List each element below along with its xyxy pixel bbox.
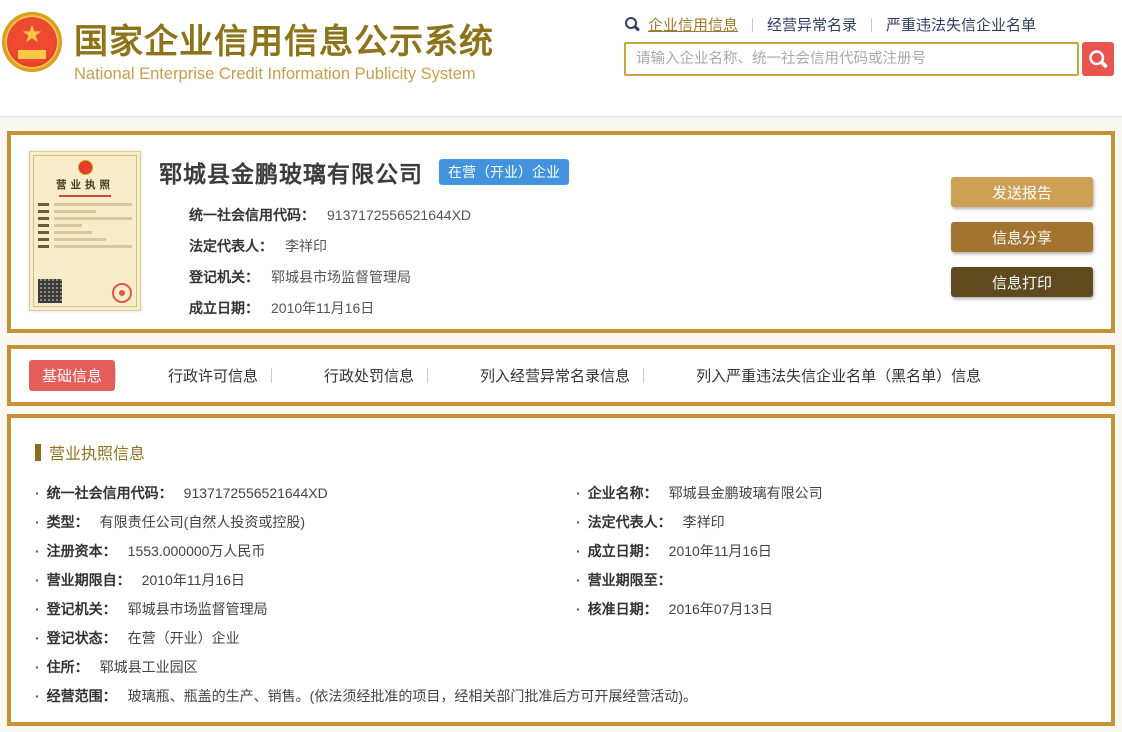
- bullet-icon: [576, 514, 581, 530]
- detail-field-list: 统一社会信用代码：9137172556521644XD 企业名称：郓城县金鹏玻璃…: [35, 478, 1087, 710]
- detail-field: 注册资本：1553.000000万人民币: [35, 536, 546, 565]
- bullet-icon: [35, 514, 40, 530]
- business-license-thumbnail: 营业执照: [29, 151, 141, 311]
- detail-field: 成立日期：2010年11月16日: [576, 536, 1087, 565]
- detail-field: 核准日期：2016年07月13日: [576, 594, 1087, 623]
- search-input[interactable]: [624, 42, 1079, 76]
- info-tab[interactable]: 行政处罚信息: [271, 360, 427, 391]
- company-name: 郓城县金鹏玻璃有限公司: [159, 161, 423, 187]
- summary-field: 登记机关： 郓城县市场监督管理局: [189, 268, 411, 285]
- detail-field: 统一社会信用代码：9137172556521644XD: [35, 478, 546, 507]
- national-emblem-logo: ★: [2, 12, 62, 72]
- summary-main: 郓城县金鹏玻璃有限公司 在营（开业）企业 统一社会信用代码： 9137172556…: [141, 151, 951, 316]
- license-bottom: [38, 279, 132, 303]
- site-header: ★ 国家企业信用信息公示系统 National Enterprise Credi…: [0, 0, 1122, 117]
- red-seal-icon: [112, 283, 132, 303]
- info-tabs-card: 基础信息 行政许可信息 行政处罚信息 列入经营异常名录信息 列入严重违法失信企业…: [7, 345, 1115, 406]
- detail-field: 住所：郓城县工业园区: [35, 652, 1087, 681]
- summary-field: 成立日期： 2010年11月16日: [189, 299, 375, 316]
- detail-field: 营业期限至：: [576, 565, 1087, 594]
- qr-code-icon: [38, 279, 62, 303]
- star-icon: ★: [21, 21, 43, 48]
- detail-field: 类型：有限责任公司(自然人投资或控股): [35, 507, 546, 536]
- search-tab[interactable]: 严重违法失信企业名单: [857, 14, 1036, 35]
- section-title-text: 营业执照信息: [49, 446, 146, 463]
- bullet-icon: [576, 485, 581, 501]
- section-title: 营业执照信息: [35, 440, 1087, 464]
- search-tab[interactable]: 经营异常名录: [738, 14, 857, 35]
- action-button[interactable]: 信息打印: [951, 267, 1093, 297]
- detail-field: 登记机关：郓城县市场监督管理局: [35, 594, 546, 623]
- bullet-icon: [35, 572, 40, 588]
- detail-field: 营业期限自：2010年11月16日: [35, 565, 546, 594]
- search-box: [624, 42, 1114, 76]
- company-summary-card: 营业执照 郓城县金鹏玻璃有限公司 在营（开业）企业 统一社会信用代码： 9137…: [7, 131, 1115, 333]
- search-icon: [624, 16, 640, 32]
- search-area: 企业信用信息 经营异常名录 严重违法失信企业名单: [624, 13, 1114, 76]
- summary-field: 统一社会信用代码： 9137172556521644XD: [189, 206, 472, 223]
- bullet-icon: [35, 485, 40, 501]
- bullet-icon: [576, 543, 581, 559]
- info-tab[interactable]: 列入经营异常名录信息: [427, 360, 643, 391]
- details-card: 营业执照信息 统一社会信用代码：9137172556521644XD 企业名称：…: [7, 414, 1115, 726]
- action-button[interactable]: 信息分享: [951, 222, 1093, 252]
- bullet-icon: [35, 543, 40, 559]
- bullet-icon: [35, 601, 40, 617]
- info-tab-list: 基础信息 行政许可信息 行政处罚信息 列入经营异常名录信息 列入严重违法失信企业…: [29, 360, 1093, 391]
- info-tab[interactable]: 列入严重违法失信企业名单（黑名单）信息: [643, 360, 994, 391]
- info-tab[interactable]: 行政许可信息: [115, 360, 271, 391]
- detail-field: 法定代表人：李祥印: [576, 507, 1087, 536]
- detail-field: 登记状态：在营（开业）企业: [35, 623, 546, 652]
- site-title: 国家企业信用信息公示系统: [74, 23, 494, 61]
- bullet-icon: [35, 688, 40, 704]
- bullet-icon: [35, 659, 40, 675]
- license-emblem-icon: [77, 160, 93, 175]
- license-title: 营业执照: [56, 179, 114, 191]
- license-divider: [59, 195, 111, 197]
- section-title-bar: [35, 443, 41, 461]
- bullet-icon: [576, 601, 581, 617]
- search-icon: [1088, 49, 1108, 69]
- search-tab[interactable]: 企业信用信息: [648, 14, 738, 35]
- search-category-tabs: 企业信用信息 经营异常名录 严重违法失信企业名单: [624, 13, 1114, 35]
- search-button[interactable]: [1082, 42, 1114, 76]
- summary-field: 法定代表人： 李祥印: [189, 237, 327, 254]
- bullet-icon: [35, 630, 40, 646]
- site-titles: 国家企业信用信息公示系统 National Enterprise Credit …: [74, 8, 494, 84]
- bullet-icon: [576, 572, 581, 588]
- action-buttons: 发送报告 信息分享 信息打印: [951, 151, 1093, 313]
- page-body: 营业执照 郓城县金鹏玻璃有限公司 在营（开业）企业 统一社会信用代码： 9137…: [0, 117, 1122, 732]
- action-button[interactable]: 发送报告: [951, 177, 1093, 207]
- detail-field: 企业名称：郓城县金鹏玻璃有限公司: [576, 478, 1087, 507]
- search-tab-list: 企业信用信息 经营异常名录 严重违法失信企业名单: [648, 14, 1036, 35]
- detail-field: 经营范围：玻璃瓶、瓶盖的生产、销售。(依法须经批准的项目，经相关部门批准后方可开…: [35, 681, 1087, 710]
- status-badge: 在营（开业）企业: [439, 159, 569, 185]
- site-subtitle: National Enterprise Credit Information P…: [74, 65, 476, 83]
- info-tab[interactable]: 基础信息: [29, 360, 116, 391]
- summary-field-list: 统一社会信用代码： 9137172556521644XD 法定代表人： 李祥印 登记…: [189, 199, 951, 323]
